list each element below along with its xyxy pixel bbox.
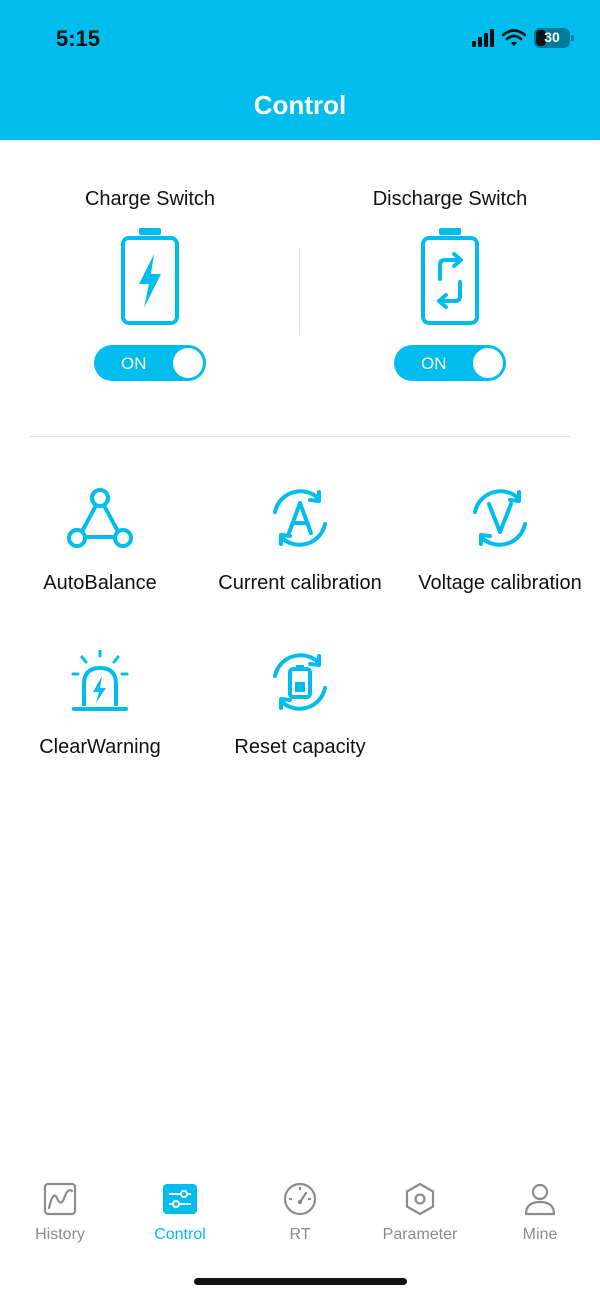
tab-history-label: History <box>35 1226 85 1243</box>
cellular-signal-icon <box>472 29 494 47</box>
tab-parameter-label: Parameter <box>382 1226 458 1243</box>
tab-bar: History Control RT Parameter Mine <box>0 1176 600 1256</box>
clear-warning-button[interactable]: ClearWarning <box>0 650 200 759</box>
tab-mine[interactable]: Mine <box>480 1182 600 1244</box>
alarm-light-icon <box>71 650 129 711</box>
sliders-icon <box>163 1184 197 1214</box>
page-title: Control <box>253 90 347 120</box>
tab-history[interactable]: History <box>0 1182 120 1244</box>
triangle-nodes-icon <box>67 488 133 548</box>
voltage-calibration-label: Voltage calibration <box>418 572 582 594</box>
status-time: 5:15 <box>56 26 101 51</box>
hexagon-icon <box>405 1182 435 1216</box>
reset-capacity-button[interactable]: Reset capacity <box>200 650 400 759</box>
charge-switch-state: ON <box>121 354 147 373</box>
autobalance-label: AutoBalance <box>43 572 157 594</box>
discharge-battery-icon <box>421 228 479 325</box>
gauge-icon <box>283 1182 317 1216</box>
home-indicator[interactable] <box>194 1278 407 1285</box>
tab-mine-label: Mine <box>522 1226 558 1243</box>
wifi-icon <box>502 29 526 46</box>
tab-rt[interactable]: RT <box>240 1182 360 1244</box>
status-icons: 30 <box>472 26 574 50</box>
reset-capacity-label: Reset capacity <box>234 736 366 758</box>
tab-control[interactable]: Control <box>120 1182 240 1244</box>
battery-status-icon: 30 <box>534 28 574 48</box>
toggle-knob <box>173 348 203 378</box>
header-bar: 5:15 30 Control <box>0 0 600 140</box>
clear-warning-label: ClearWarning <box>39 736 161 758</box>
discharge-switch-label: Discharge Switch <box>372 188 528 210</box>
current-calibration-label: Current calibration <box>218 572 382 594</box>
charge-switch-panel: Charge Switch ON <box>0 188 300 381</box>
tab-rt-label: RT <box>289 1226 311 1243</box>
discharge-switch-state: ON <box>421 354 447 373</box>
tab-parameter[interactable]: Parameter <box>360 1182 480 1244</box>
charge-switch-label: Charge Switch <box>84 188 216 210</box>
discharge-switch-toggle[interactable]: ON <box>394 345 506 381</box>
current-calibration-button[interactable]: Current calibration <box>200 486 400 595</box>
charge-battery-icon <box>121 228 179 325</box>
current-a-icon <box>273 489 327 547</box>
discharge-switch-panel: Discharge Switch ON <box>300 188 600 381</box>
voltage-v-icon <box>473 489 527 547</box>
toggle-knob <box>473 348 503 378</box>
autobalance-button[interactable]: AutoBalance <box>0 486 200 595</box>
tab-control-label: Control <box>154 1226 206 1243</box>
reset-battery-icon <box>273 653 327 711</box>
user-icon <box>524 1183 556 1216</box>
voltage-calibration-button[interactable]: Voltage calibration <box>400 486 600 595</box>
battery-level-text: 30 <box>544 29 560 45</box>
charge-switch-toggle[interactable]: ON <box>94 345 206 381</box>
section-divider <box>30 436 570 437</box>
chart-icon <box>43 1182 77 1216</box>
